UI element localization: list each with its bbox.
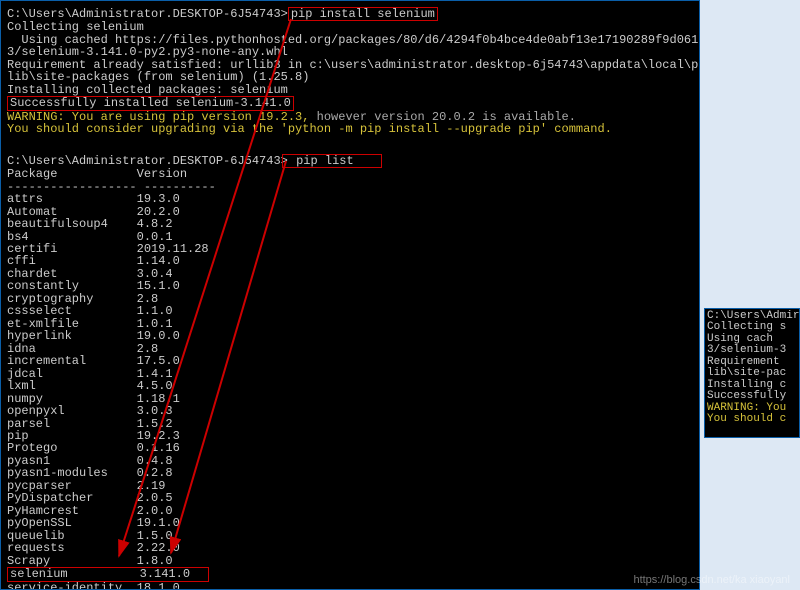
package-list: attrs 19.3.0Automat 20.2.0beautifulsoup4… (7, 193, 693, 590)
table-row: lxml 4.5.0 (7, 380, 693, 392)
thumbnail-overlay: C:\Users\Admir Collecting s Using cach 3… (704, 308, 800, 438)
table-row: pyOpenSSL 19.1.0 (7, 517, 693, 529)
list-header: Package Version (7, 168, 693, 180)
table-row: beautifulsoup4 4.8.2 (7, 218, 693, 230)
table-row: selenium 3.141.0 (7, 567, 693, 581)
prompt-line-1: C:\Users\Administrator.DESKTOP-6J54743>p… (7, 7, 693, 21)
prompt: C:\Users\Administrator.DESKTOP-6J54743> (7, 154, 288, 168)
table-row: constantly 15.1.0 (7, 280, 693, 292)
terminal-window[interactable]: C:\Users\Administrator.DESKTOP-6J54743>p… (0, 0, 700, 590)
out-warn2: You should consider upgrading via the 'p… (7, 123, 693, 135)
cmd-install-highlight: pip install selenium (288, 7, 438, 21)
out-installing: Installing collected packages: selenium (7, 84, 693, 96)
out-cached2: 3/selenium-3.141.0-py2.py3-none-any.whl (7, 46, 693, 58)
table-row: openpyxl 3.0.3 (7, 405, 693, 417)
cmd-list-highlight: pip list (282, 154, 382, 168)
out-req2: lib\site-packages (from selenium) (1.25.… (7, 71, 693, 83)
success-highlight: Successfully installed selenium-3.141.0 (7, 96, 294, 110)
table-row: PyDispatcher 2.0.5 (7, 492, 693, 504)
prompt-line-2: C:\Users\Administrator.DESKTOP-6J54743> … (7, 154, 693, 168)
table-row: cssselect 1.1.0 (7, 305, 693, 317)
watermark: https://blog.csdn.net/ka xiaoyanl (633, 574, 790, 586)
prompt: C:\Users\Administrator.DESKTOP-6J54743> (7, 7, 288, 21)
table-row: hyperlink 19.0.0 (7, 330, 693, 342)
table-row: Scrapy 1.8.0 (7, 555, 693, 567)
table-row: requests 2.22.0 (7, 542, 693, 554)
table-row: pyasn1-modules 0.2.8 (7, 467, 693, 479)
table-row: attrs 19.3.0 (7, 193, 693, 205)
table-row: incremental 17.5.0 (7, 355, 693, 367)
out-success: Successfully installed selenium-3.141.0 (7, 96, 693, 110)
table-row: service-identity 18.1.0 (7, 582, 693, 590)
selenium-row-highlight: selenium 3.141.0 (7, 567, 209, 581)
